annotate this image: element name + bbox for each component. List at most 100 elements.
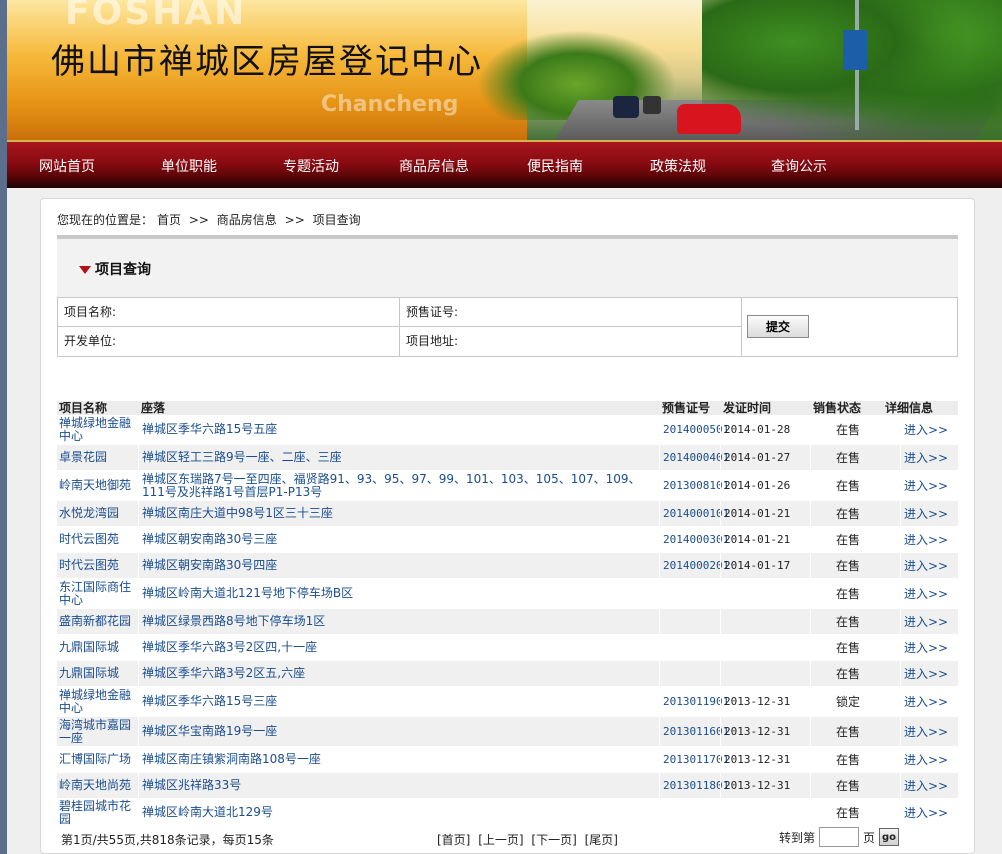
pager: 第1页/共55页,共818条记录，每页15条 [首页] [上一页] [下一页] …	[57, 827, 958, 849]
cell-detail-link[interactable]: 进入>>	[900, 501, 956, 526]
cell-sale-status: 在售	[810, 747, 882, 772]
cell-presale-no[interactable]: 2013011801	[659, 773, 729, 798]
presale-no-field[interactable]: 预售证号:	[400, 298, 742, 327]
cell-presale-no[interactable]	[659, 799, 719, 826]
cell-presale-no[interactable]	[659, 579, 719, 608]
cell-project-name[interactable]: 碧桂园城市花园	[59, 799, 137, 826]
cell-location[interactable]: 禅城区南庄镇紫洞南路108号一座	[138, 747, 654, 772]
cell-issue-date: 2014-01-21	[720, 527, 806, 552]
cell-detail-link[interactable]: 进入>>	[900, 799, 956, 826]
cell-detail-link[interactable]: 进入>>	[900, 415, 956, 444]
cell-detail-link[interactable]: 进入>>	[900, 717, 956, 746]
go-button[interactable]: go	[879, 828, 900, 846]
nav-item-guide[interactable]: 便民指南	[527, 156, 583, 176]
cell-project-name[interactable]: 岭南天地尚苑	[59, 773, 137, 798]
cell-presale-no[interactable]: 2014000501	[659, 415, 729, 444]
cell-issue-date: 2014-01-28	[720, 415, 806, 444]
cell-project-name[interactable]: 海湾城市嘉园一座	[59, 717, 137, 746]
cell-detail-link[interactable]: 进入>>	[900, 773, 956, 798]
cell-location[interactable]: 禅城区岭南大道北129号	[138, 799, 654, 826]
cell-project-name[interactable]: 九鼎国际城	[59, 635, 137, 660]
cell-detail-link[interactable]: 进入>>	[900, 687, 956, 716]
cell-presale-no[interactable]: 2014000301	[659, 527, 729, 552]
cell-project-name[interactable]: 九鼎国际城	[59, 661, 137, 686]
submit-button[interactable]: 提交	[747, 315, 809, 338]
cell-presale-no[interactable]: 2014000401	[659, 445, 729, 470]
cell-project-name[interactable]: 禅城绿地金融中心	[59, 415, 137, 444]
cell-location[interactable]: 禅城区季华六路15号三座	[138, 687, 654, 716]
cell-detail-link[interactable]: 进入>>	[900, 527, 956, 552]
cell-location[interactable]: 禅城区轻工三路9号一座、二座、三座	[138, 445, 654, 470]
cell-project-name[interactable]: 水悦龙湾园	[59, 501, 137, 526]
cell-location[interactable]: 禅城区岭南大道北121号地下停车场B区	[138, 579, 654, 608]
breadcrumb-home[interactable]: 首页	[157, 213, 181, 227]
cell-project-name[interactable]: 卓景花园	[59, 445, 137, 470]
cell-detail-link[interactable]: 进入>>	[900, 579, 956, 608]
nav-item-duties[interactable]: 单位职能	[161, 156, 217, 176]
cell-location[interactable]: 禅城区季华六路3号2区五,六座	[138, 661, 654, 686]
cell-presale-no[interactable]: 2013011901	[659, 687, 729, 716]
cell-detail-link[interactable]: 进入>>	[900, 661, 956, 686]
cell-project-name[interactable]: 时代云图苑	[59, 527, 137, 552]
nav-item-housing-info[interactable]: 商品房信息	[399, 156, 469, 176]
cell-presale-no[interactable]	[659, 609, 719, 634]
nav-item-events[interactable]: 专题活动	[283, 156, 339, 176]
cell-detail-link[interactable]: 进入>>	[900, 635, 956, 660]
pager-first-link[interactable]: [首页]	[437, 833, 470, 847]
cell-location[interactable]: 禅城区朝安南路30号三座	[138, 527, 654, 552]
cell-presale-no[interactable]	[659, 635, 719, 660]
cell-project-name[interactable]: 盛南新都花园	[59, 609, 137, 634]
cell-location[interactable]: 禅城区季华六路3号2区四,十一座	[138, 635, 654, 660]
cell-project-name[interactable]: 禅城绿地金融中心	[59, 687, 137, 716]
presale-no-label: 预售证号:	[406, 305, 459, 319]
cell-presale-no[interactable]: 2014000201	[659, 553, 729, 578]
nav-item-policy[interactable]: 政策法规	[650, 156, 706, 176]
cell-location[interactable]: 禅城区朝安南路30号四座	[138, 553, 654, 578]
cell-location[interactable]: 禅城区兆祥路33号	[138, 773, 654, 798]
site-banner: FOSHAN Chancheng 佛山市禅城区房屋登记中心	[7, 0, 1002, 140]
cell-location[interactable]: 禅城区华宝南路19号一座	[138, 717, 654, 746]
cell-project-name[interactable]: 东江国际商住中心	[59, 579, 137, 608]
table-row: 岭南天地尚苑 禅城区兆祥路33号 2013011801 2013-12-31 在售 进入>…	[57, 773, 958, 799]
cell-presale-no[interactable]	[659, 661, 719, 686]
cell-presale-no[interactable]: 2013011701	[659, 747, 729, 772]
cell-detail-link[interactable]: 进入>>	[900, 747, 956, 772]
cell-issue-date	[720, 579, 806, 608]
cell-sale-status: 在售	[810, 501, 882, 526]
cell-detail-link[interactable]: 进入>>	[900, 471, 956, 500]
nav-item-query[interactable]: 查询公示	[771, 156, 827, 176]
cell-project-name[interactable]: 汇博国际广场	[59, 747, 137, 772]
pager-last-link[interactable]: [尾页]	[585, 833, 618, 847]
pager-next-link[interactable]: [下一页]	[531, 833, 576, 847]
cell-project-name[interactable]: 时代云图苑	[59, 553, 137, 578]
cell-sale-status: 在售	[810, 415, 882, 444]
cell-issue-date	[720, 635, 806, 660]
banner-bus	[613, 96, 639, 118]
cell-location[interactable]: 禅城区东瑞路7号一至四座、福贤路91、93、95、97、99、101、103、1…	[138, 471, 654, 500]
left-border-stripe	[0, 0, 7, 854]
cell-location[interactable]: 禅城区绿景西路8号地下停车场1区	[138, 609, 654, 634]
cell-location[interactable]: 禅城区南庄大道中98号1区三十三座	[138, 501, 654, 526]
cell-detail-link[interactable]: 进入>>	[900, 553, 956, 578]
project-name-field[interactable]: 项目名称:	[58, 298, 400, 327]
cell-presale-no[interactable]: 2014000101	[659, 501, 729, 526]
cell-location[interactable]: 禅城区季华六路15号五座	[138, 415, 654, 444]
cell-presale-no[interactable]: 2013011601	[659, 717, 729, 746]
header-details: 详细信息	[885, 401, 934, 415]
table-row: 水悦龙湾园 禅城区南庄大道中98号1区三十三座 2014000101 2014-01-…	[57, 501, 958, 527]
red-bullet-icon	[79, 266, 91, 274]
cell-presale-no[interactable]: 2013008101	[659, 471, 729, 500]
cell-issue-date: 2014-01-27	[720, 445, 806, 470]
cell-project-name[interactable]: 岭南天地御苑	[59, 471, 137, 500]
breadcrumb-prefix: 您现在的位置是：	[57, 213, 154, 227]
breadcrumb-housing-info[interactable]: 商品房信息	[217, 213, 277, 227]
nav-item-home[interactable]: 网站首页	[39, 156, 95, 176]
banner-ghost-text-top: FOSHAN	[65, 0, 247, 33]
breadcrumb-separator: >>	[188, 213, 209, 227]
developer-field[interactable]: 开发单位:	[58, 327, 400, 356]
cell-detail-link[interactable]: 进入>>	[900, 445, 956, 470]
pager-prev-link[interactable]: [上一页]	[478, 833, 523, 847]
address-field[interactable]: 项目地址:	[400, 327, 742, 356]
goto-page-input[interactable]	[819, 827, 860, 847]
cell-detail-link[interactable]: 进入>>	[900, 609, 956, 634]
